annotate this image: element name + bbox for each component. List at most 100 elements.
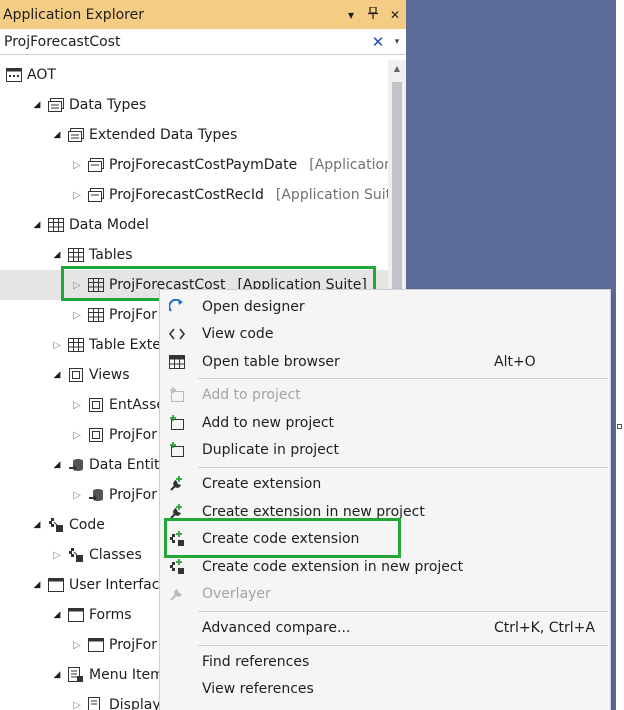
collapsed-arrow-icon[interactable]: ▷ [70, 160, 84, 171]
pin-icon[interactable] [362, 6, 384, 22]
duplicate-icon [168, 441, 186, 459]
view-icon [88, 427, 104, 443]
table-icon [48, 217, 64, 233]
tree-label: ProjFor [109, 487, 157, 503]
tree-label: User Interface [69, 577, 169, 593]
tree-node-display[interactable]: ▷ Display [70, 690, 161, 710]
scroll-up-icon[interactable]: ▲ [388, 60, 406, 78]
collapsed-arrow-icon[interactable]: ▷ [70, 700, 84, 710]
expanded-arrow-icon[interactable]: ◢ [30, 220, 44, 230]
tree-node-entity-proj[interactable]: ▷ ProjFor [70, 480, 157, 510]
expanded-arrow-icon[interactable]: ◢ [30, 520, 44, 530]
menu-item-open-designer[interactable]: Open designer [160, 293, 610, 320]
tree-label: Forms [89, 607, 132, 623]
menu-separator [198, 378, 608, 379]
tree-label: Data Types [69, 97, 147, 113]
tree-node-forms[interactable]: ◢ Forms [50, 600, 132, 630]
menu-item-advanced-compare[interactable]: Advanced compare... Ctrl+K, Ctrl+A [160, 614, 610, 641]
right-edge [616, 0, 624, 710]
tree-label: Table Exte [89, 337, 161, 353]
tree-node-edt-rec-id[interactable]: ▷ ProjForecastCostRecId [Application Sui… [70, 180, 388, 210]
close-icon[interactable]: ✕ [384, 8, 406, 22]
menu-separator [198, 467, 608, 468]
class-icon [68, 547, 84, 563]
collapsed-arrow-icon[interactable]: ▷ [70, 640, 84, 651]
collapsed-arrow-icon[interactable]: ▷ [50, 550, 64, 561]
menu-item-add-to-project: Add to project [160, 381, 610, 408]
add-to-project-icon [168, 386, 186, 404]
menu-item-create-extension[interactable]: Create extension [160, 470, 610, 497]
collapsed-arrow-icon[interactable]: ▷ [70, 430, 84, 441]
context-menu: Open designer View code Open table brows… [159, 289, 611, 710]
resize-handle-icon[interactable] [617, 424, 622, 429]
menu-item-add-to-new-project[interactable]: Add to new project [160, 409, 610, 436]
tree-node-form-proj[interactable]: ▷ ProjFor [70, 630, 157, 660]
tree-node-data-entities[interactable]: ◢ Data Entit [50, 450, 160, 480]
menu-item-find-references[interactable]: Find references [160, 648, 610, 675]
model-suffix: [Application Suit [275, 187, 388, 203]
aot-icon [6, 67, 22, 83]
collapsed-arrow-icon[interactable]: ▷ [70, 490, 84, 501]
tree-label: ProjForecastCostRecId [109, 187, 264, 203]
tree-node-menu-items[interactable]: ◢ Menu Item [50, 660, 164, 690]
menu-item-open-table-browser[interactable]: Open table browser Alt+O [160, 348, 610, 375]
expanded-arrow-icon[interactable]: ◢ [30, 100, 44, 110]
tree-node-table-extensions[interactable]: ▷ Table Exte [50, 330, 161, 360]
menu-item-duplicate-in-project[interactable]: Duplicate in project [160, 436, 610, 463]
wrench-icon [168, 585, 186, 603]
tree-label: AOT [27, 67, 56, 83]
extension-icon [168, 475, 186, 493]
table-icon [68, 247, 84, 263]
expanded-arrow-icon[interactable]: ◢ [50, 610, 64, 620]
code-extension-new-project-icon [168, 558, 186, 576]
expanded-arrow-icon[interactable]: ◢ [50, 370, 64, 380]
menu-item-view-code[interactable]: View code [160, 320, 610, 347]
menu-item-icon [88, 697, 104, 710]
menu-item-icon [68, 667, 84, 683]
clear-search-icon[interactable]: ✕ [368, 33, 388, 51]
data-entity-icon [88, 487, 104, 503]
search-input[interactable] [0, 29, 368, 54]
title-bar: Application Explorer ▾ ✕ [0, 0, 406, 29]
tree-node-aot[interactable]: AOT [6, 60, 56, 90]
expanded-arrow-icon[interactable]: ◢ [50, 130, 64, 140]
expanded-arrow-icon[interactable]: ◢ [30, 580, 44, 590]
code-brackets-icon [168, 325, 186, 343]
tree-node-views[interactable]: ◢ Views [50, 360, 130, 390]
tree-label: Code [69, 517, 105, 533]
tree-node-data-types[interactable]: ◢ Data Types [30, 90, 147, 120]
edt-icon [88, 187, 104, 203]
data-types-icon [48, 97, 64, 113]
tree-label: Tables [89, 247, 133, 263]
collapsed-arrow-icon[interactable]: ▷ [70, 310, 84, 321]
menu-item-view-references[interactable]: View references [160, 675, 610, 702]
expanded-arrow-icon[interactable]: ◢ [50, 250, 64, 260]
collapsed-arrow-icon[interactable]: ▷ [50, 340, 64, 351]
window-dropdown-icon[interactable]: ▾ [340, 8, 362, 22]
tree-node-classes[interactable]: ▷ Classes [50, 540, 142, 570]
expanded-arrow-icon[interactable]: ◢ [50, 460, 64, 470]
tree-node-code[interactable]: ◢ Code [30, 510, 105, 540]
form-icon [68, 607, 84, 623]
table-browser-icon [168, 353, 186, 371]
tree-label: Display [109, 697, 161, 710]
tree-node-view-ent[interactable]: ▷ EntAsse [70, 390, 165, 420]
tree-node-table-second[interactable]: ▷ ProjFor [70, 300, 157, 330]
tree-label: Extended Data Types [89, 127, 238, 143]
tree-node-data-model[interactable]: ◢ Data Model [30, 210, 149, 240]
tree-node-view-proj[interactable]: ▷ ProjFor [70, 420, 157, 450]
search-dropdown-icon[interactable]: ▾ [388, 37, 406, 47]
tree-node-edt-paym-date[interactable]: ▷ ProjForecastCostPaymDate [Application [70, 150, 388, 180]
tree-label: Data Model [69, 217, 149, 233]
add-to-new-project-icon [168, 414, 186, 432]
menu-item-highlight [164, 518, 401, 558]
collapsed-arrow-icon[interactable]: ▷ [70, 190, 84, 201]
expanded-arrow-icon[interactable]: ◢ [50, 670, 64, 680]
tree-node-user-interface[interactable]: ◢ User Interface [30, 570, 169, 600]
edt-icon [88, 157, 104, 173]
data-entity-icon [68, 457, 84, 473]
collapsed-arrow-icon[interactable]: ▷ [70, 400, 84, 411]
extended-data-types-icon [68, 127, 84, 143]
tree-node-extended-data-types[interactable]: ◢ Extended Data Types [50, 120, 238, 150]
model-suffix: [Application [309, 157, 388, 173]
